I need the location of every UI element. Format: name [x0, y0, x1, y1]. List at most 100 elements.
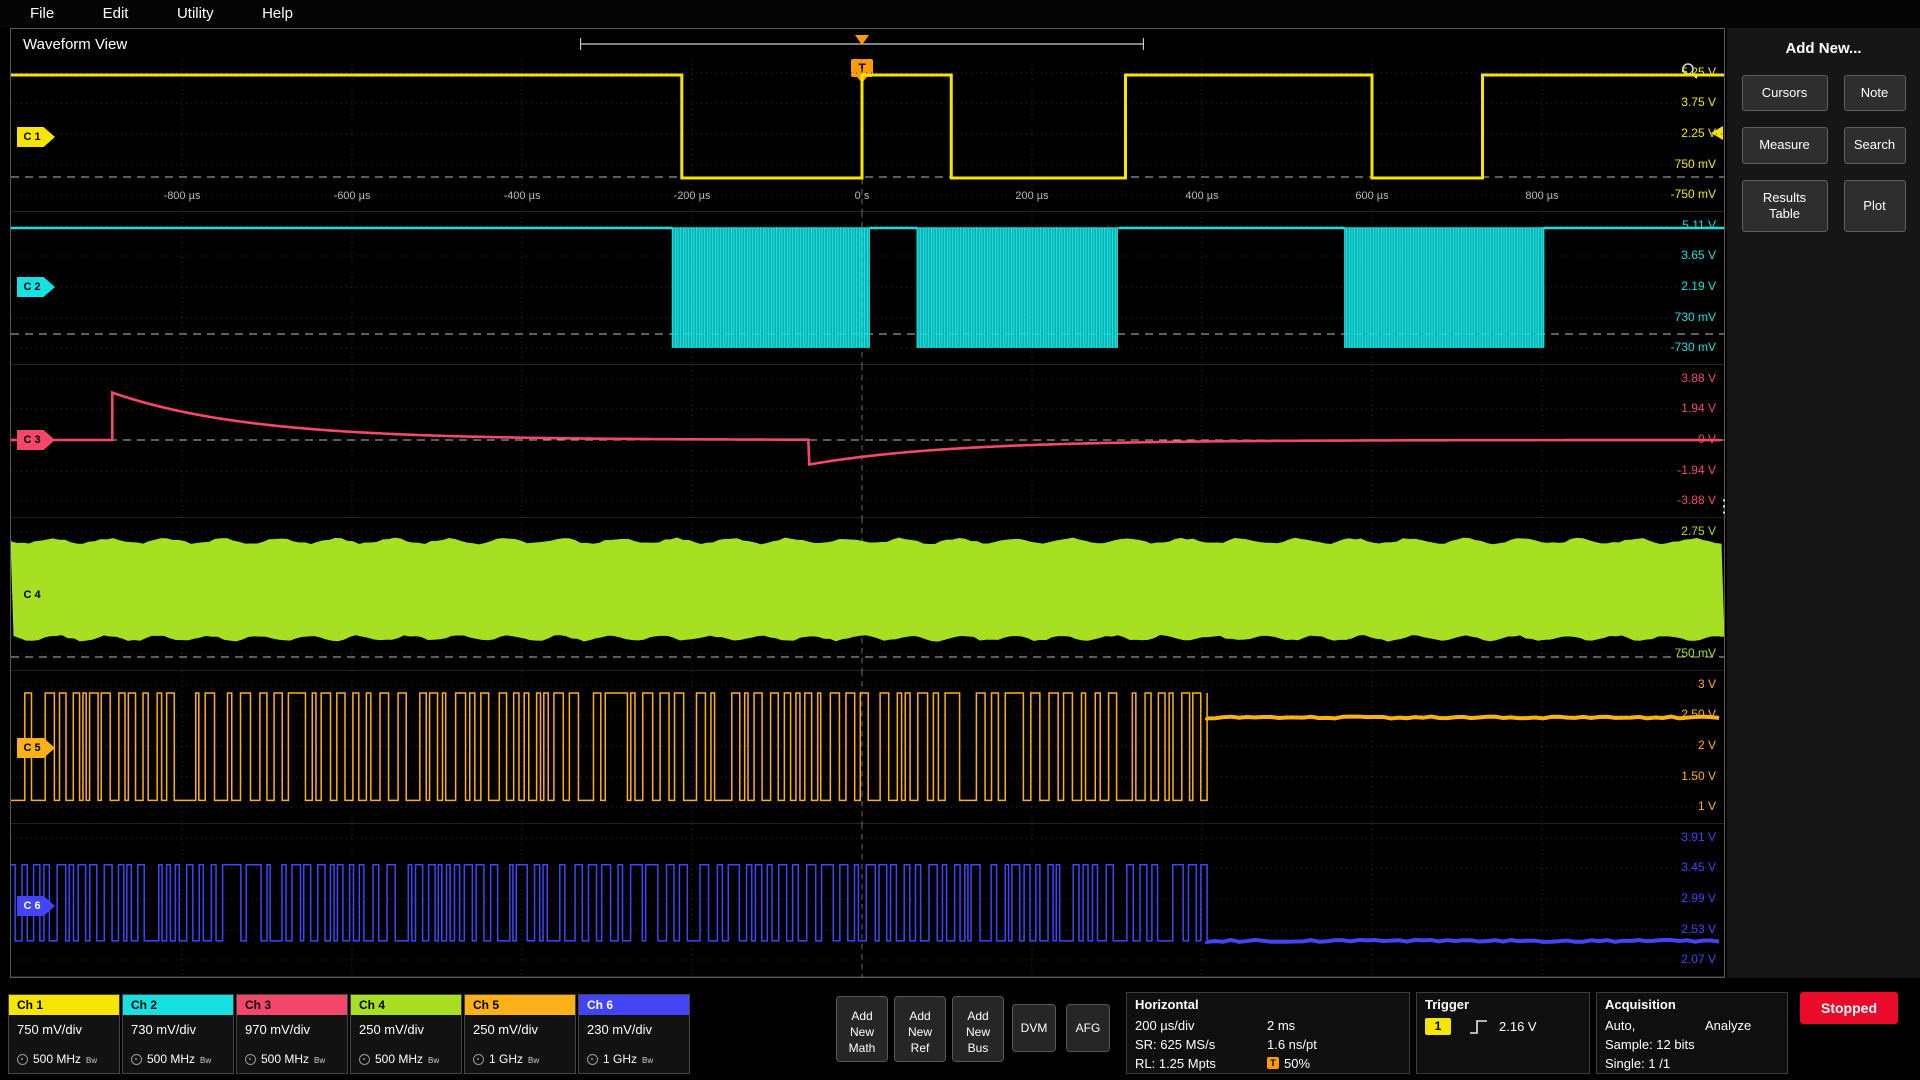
menu-help[interactable]: Help	[262, 5, 293, 22]
add-new-ref-button[interactable]: Add New Ref	[894, 996, 946, 1062]
trigger-source-badge: 1	[1425, 1018, 1451, 1035]
channel-bandwidth-row: 500 MHz Bw	[245, 1052, 325, 1066]
scale-label: 2.25 V	[1642, 126, 1716, 140]
channel-slice-2: 5.11 V3.65 V2.19 V730 mV-730 mVC 2	[11, 212, 1724, 365]
scale-label: 1.50 V	[1642, 769, 1716, 783]
probe-icon	[473, 1054, 484, 1065]
bandwidth-suffix: Bw	[314, 1056, 325, 1066]
bandwidth-value: 500 MHz	[147, 1052, 195, 1066]
waveform-trace-canvas-4	[11, 518, 1724, 671]
probe-icon	[587, 1054, 598, 1065]
time-axis-label: -200 µs	[652, 190, 732, 202]
probe-icon	[17, 1054, 28, 1065]
bandwidth-suffix: Bw	[428, 1056, 439, 1066]
horizontal-title: Horizontal	[1135, 997, 1199, 1012]
add-measure-button[interactable]: Measure	[1742, 127, 1828, 163]
probe-icon	[359, 1054, 370, 1065]
trigger-position-arrow[interactable]	[855, 35, 869, 45]
waveform-trace-canvas-2	[11, 212, 1724, 365]
menu-utility[interactable]: Utility	[177, 5, 214, 22]
channel-bandwidth-row: 500 MHzBw	[17, 1052, 97, 1066]
scale-label: 2.50 V	[1642, 707, 1716, 721]
channel-bandwidth-row: 500 MHz Bw	[359, 1052, 439, 1066]
sample-rate: SR: 625 MS/s	[1135, 1037, 1215, 1052]
probe-icon	[245, 1054, 256, 1065]
time-axis-label: 400 µs	[1162, 190, 1242, 202]
channel-badge-name: Ch 3	[237, 995, 347, 1015]
channel-badge-3[interactable]: Ch 3970 mV/div 500 MHz Bw	[236, 994, 348, 1074]
scale-label: 2.25 V	[1642, 554, 1716, 568]
waveform-trace-canvas-5	[11, 671, 1724, 824]
scale-label: -1.94 V	[1642, 463, 1716, 477]
channel-badge-name: Ch 1	[9, 995, 119, 1015]
add-plot-button[interactable]: Plot	[1844, 180, 1906, 233]
scale-label: 2.75 V	[1642, 524, 1716, 538]
trigger-position-icon: T	[1267, 1057, 1279, 1069]
time-axis-label: -600 µs	[312, 190, 392, 202]
horizontal-scale: 200 µs/div	[1135, 1018, 1195, 1033]
scale-label: 0 V	[1642, 432, 1716, 446]
bandwidth-value: 1 GHz	[603, 1052, 637, 1066]
waveform-trace-canvas-3	[11, 365, 1724, 518]
acquisition-panel[interactable]: Acquisition Auto, Analyze Sample: 12 bit…	[1596, 992, 1788, 1074]
add-note-button[interactable]: Note	[1844, 75, 1906, 111]
afg-button[interactable]: AFG	[1066, 1004, 1110, 1052]
acquisition-title: Acquisition	[1605, 997, 1676, 1012]
scale-label: 750 mV	[1642, 646, 1716, 660]
scale-label: 2.19 V	[1642, 279, 1716, 293]
channel-bandwidth-row: 500 MHz Bw	[131, 1052, 211, 1066]
acquisition-mode: Auto,	[1605, 1018, 1635, 1033]
time-axis-label: 0 s	[822, 190, 902, 202]
channel-scale-value: 970 mV/div	[237, 1015, 347, 1037]
bandwidth-suffix: Bw	[642, 1056, 653, 1066]
scale-label: 3.45 V	[1642, 860, 1716, 874]
add-results-table-button[interactable]: Results Table	[1742, 180, 1828, 233]
add-new-bus-button[interactable]: Add New Bus	[952, 996, 1004, 1062]
horizontal-panel[interactable]: Horizontal 200 µs/div 2 ms SR: 625 MS/s …	[1126, 992, 1410, 1074]
scale-label: 5.11 V	[1642, 218, 1716, 232]
acquisition-analyze: Analyze	[1705, 1018, 1751, 1033]
scale-label: -3.88 V	[1642, 493, 1716, 507]
channel-slice-1: 5.25 V3.75 V2.25 V750 mV-750 mVC 1-800 µ…	[11, 59, 1724, 212]
bandwidth-suffix: Bw	[200, 1056, 211, 1066]
scale-label: 3.91 V	[1642, 830, 1716, 844]
time-axis-label: -400 µs	[482, 190, 562, 202]
scale-label: -730 mV	[1642, 340, 1716, 354]
scale-label: 2.07 V	[1642, 952, 1716, 966]
scale-label: 1.94 V	[1642, 401, 1716, 415]
scale-label: 2 V	[1642, 738, 1716, 752]
channel-badge-5[interactable]: Ch 5250 mV/div1 GHzBw	[464, 994, 576, 1074]
add-search-button[interactable]: Search	[1844, 127, 1906, 163]
waveform-view-header: Waveform View	[11, 29, 1724, 59]
channel-scale-value: 230 mV/div	[579, 1015, 689, 1037]
bandwidth-value: 500 MHz	[375, 1052, 423, 1066]
channel-slice-6: 3.91 V3.45 V2.99 V2.53 V2.07 VC 6	[11, 824, 1724, 977]
scale-label: 1 V	[1642, 799, 1716, 813]
add-new-grid: Cursors Note Measure Search Results Tabl…	[1727, 75, 1920, 232]
add-cursors-button[interactable]: Cursors	[1742, 75, 1828, 111]
bottom-bar: Ch 1750 mV/div500 MHzBwCh 2730 mV/div500…	[0, 988, 1920, 1080]
channel-badge-2[interactable]: Ch 2730 mV/div500 MHzBw	[122, 994, 234, 1074]
add-new-sidebar: Add New... Cursors Note Measure Search R…	[1727, 28, 1920, 978]
scale-label: 750 mV	[1642, 157, 1716, 171]
add-new-math-button[interactable]: Add New Math	[836, 996, 888, 1062]
scale-label: 3.65 V	[1642, 248, 1716, 262]
acquisition-status-stopped[interactable]: Stopped	[1800, 992, 1898, 1024]
channel-badge-4[interactable]: Ch 4250 mV/div500 MHzBw	[350, 994, 462, 1074]
trigger-panel[interactable]: Trigger 1 2.16 V	[1416, 992, 1590, 1074]
scale-label: 2.53 V	[1642, 922, 1716, 936]
channel-badge-6[interactable]: Ch 6230 mV/div1 GHzBw	[578, 994, 690, 1074]
bandwidth-value: 500 MHz	[261, 1052, 309, 1066]
bandwidth-value: 500 MHz	[33, 1052, 81, 1066]
menu-edit[interactable]: Edit	[103, 5, 129, 22]
channel-badge-1[interactable]: Ch 1750 mV/div 500 MHzBw	[8, 994, 120, 1074]
probe-icon	[131, 1054, 142, 1065]
time-axis-label: 800 µs	[1502, 190, 1582, 202]
menu-bar: File Edit Utility Help	[0, 0, 1920, 28]
menu-file[interactable]: File	[30, 5, 54, 22]
dvm-button[interactable]: DVM	[1012, 1004, 1056, 1052]
channel-scale-value: 750 mV/div	[9, 1015, 119, 1037]
bandwidth-value: 1 GHz	[489, 1052, 523, 1066]
scale-label: 3.75 V	[1642, 95, 1716, 109]
scale-label: 3 V	[1642, 677, 1716, 691]
